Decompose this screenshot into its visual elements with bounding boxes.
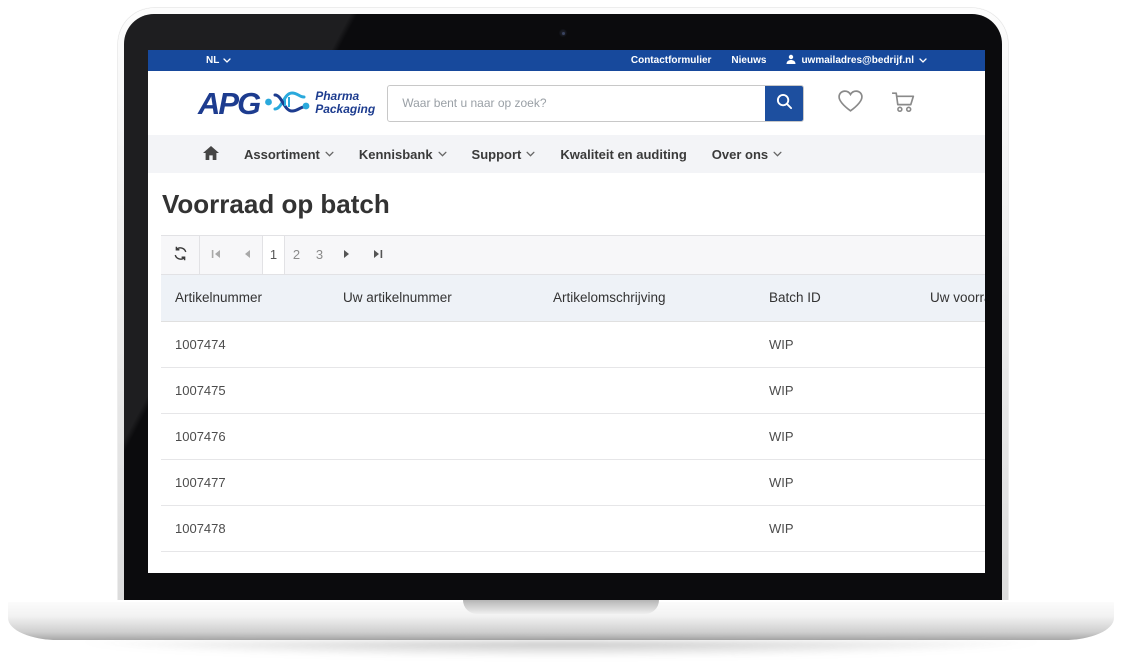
webcam <box>559 29 567 37</box>
table-row: 1007475 WIP <box>161 368 985 414</box>
column-header-batch-id: Batch ID <box>755 290 916 305</box>
column-header-uw-artikelnummer: Uw artikelnummer <box>329 290 539 305</box>
cell-artikelnummer: 1007477 <box>161 475 329 490</box>
search-input[interactable] <box>388 86 765 121</box>
cell-artikelnummer: 1007475 <box>161 383 329 398</box>
page-button-2[interactable]: 2 <box>285 236 308 274</box>
nav-home[interactable] <box>203 146 219 163</box>
column-header-artikelnummer: Artikelnummer <box>161 290 329 305</box>
language-label: NL <box>206 55 219 66</box>
chevron-down-icon <box>919 58 927 63</box>
brand-name: APG <box>198 88 259 119</box>
nav-item-over-ons[interactable]: Over ons <box>712 147 782 162</box>
contact-link[interactable]: Contactformulier <box>631 55 712 66</box>
site-header: APG Pharma Packaging <box>148 71 985 135</box>
chevron-down-icon <box>438 151 447 157</box>
nav-item-assortiment[interactable]: Assortiment <box>244 147 334 162</box>
first-page-icon <box>211 247 221 262</box>
search-icon <box>776 93 793 113</box>
column-header-artikelomschrijving: Artikelomschrijving <box>539 290 755 305</box>
base-notch <box>463 600 659 614</box>
batch-stock-table: Artikelnummer Uw artikelnummer Artikelom… <box>161 275 985 573</box>
page-button-3[interactable]: 3 <box>308 236 331 274</box>
browser-page: NL Contactformulier Nieuws uwmailadres@b… <box>148 50 985 573</box>
page-content: Voorraad op batch <box>148 173 985 573</box>
prev-page-button[interactable] <box>231 236 262 274</box>
prev-page-icon <box>243 247 251 262</box>
utility-topbar: NL Contactformulier Nieuws uwmailadres@b… <box>148 50 985 71</box>
cart-button[interactable] <box>890 89 917 117</box>
page-button-1[interactable]: 1 <box>262 236 285 274</box>
column-header-uw-voorraad: Uw voorraad <box>916 290 985 305</box>
search-bar <box>387 85 804 122</box>
cell-artikelnummer: 1007476 <box>161 429 329 444</box>
account-menu[interactable]: uwmailadres@bedrijf.nl <box>786 54 927 67</box>
brand-tagline: Pharma Packaging <box>315 90 375 116</box>
account-email: uwmailadres@bedrijf.nl <box>801 55 914 66</box>
next-page-icon <box>343 247 351 262</box>
nav-item-label: Kennisbank <box>359 147 433 162</box>
table-row-partial <box>161 552 985 573</box>
cell-batch-id: WIP <box>755 383 916 398</box>
nav-item-label: Kwaliteit en auditing <box>560 147 686 162</box>
dna-icon <box>264 86 310 121</box>
nav-item-support[interactable]: Support <box>472 147 536 162</box>
laptop-base <box>8 600 1114 640</box>
language-selector[interactable]: NL <box>206 55 231 66</box>
news-link[interactable]: Nieuws <box>731 55 766 66</box>
next-page-button[interactable] <box>331 236 362 274</box>
laptop-mockup: NL Contactformulier Nieuws uwmailadres@b… <box>0 0 1122 669</box>
laptop-screen-frame: NL Contactformulier Nieuws uwmailadres@b… <box>118 8 1008 604</box>
cart-icon <box>890 89 917 117</box>
nav-item-label: Assortiment <box>244 147 320 162</box>
heart-icon <box>837 89 864 117</box>
chevron-down-icon <box>325 151 334 157</box>
topbar-links: Contactformulier Nieuws uwmailadres@bedr… <box>631 54 927 67</box>
main-nav: Assortiment Kennisbank Support <box>148 135 985 173</box>
cell-artikelnummer: 1007478 <box>161 521 329 536</box>
person-icon <box>786 54 796 67</box>
table-row: 1007476 WIP <box>161 414 985 460</box>
table-row: 1007478 WIP <box>161 506 985 552</box>
brand-tagline-bottom: Packaging <box>315 103 375 116</box>
laptop-reflection <box>34 641 1089 659</box>
chevron-down-icon <box>223 58 231 63</box>
chevron-down-icon <box>526 151 535 157</box>
cell-artikelnummer: 1007474 <box>161 337 329 352</box>
table-row: 1007474 WIP <box>161 322 985 368</box>
cell-batch-id: WIP <box>755 475 916 490</box>
search-button[interactable] <box>765 86 803 121</box>
nav-item-label: Over ons <box>712 147 768 162</box>
header-icons <box>837 89 917 117</box>
refresh-button[interactable] <box>161 236 200 274</box>
cell-batch-id: WIP <box>755 337 916 352</box>
nav-item-kwaliteit-en-auditing[interactable]: Kwaliteit en auditing <box>560 147 686 162</box>
refresh-icon <box>173 246 188 264</box>
nav-item-kennisbank[interactable]: Kennisbank <box>359 147 447 162</box>
grid-pager: 1 2 3 <box>161 235 985 275</box>
last-page-button[interactable] <box>362 236 393 274</box>
home-icon <box>203 146 219 163</box>
first-page-button[interactable] <box>200 236 231 274</box>
brand-logo[interactable]: APG Pharma Packaging <box>198 86 375 121</box>
table-row: 1007477 WIP <box>161 460 985 506</box>
wishlist-button[interactable] <box>837 89 864 117</box>
chevron-down-icon <box>773 151 782 157</box>
last-page-icon <box>373 247 383 262</box>
page-title: Voorraad op batch <box>161 173 985 235</box>
nav-item-label: Support <box>472 147 522 162</box>
cell-batch-id: WIP <box>755 521 916 536</box>
cell-batch-id: WIP <box>755 429 916 444</box>
table-header-row: Artikelnummer Uw artikelnummer Artikelom… <box>161 275 985 322</box>
